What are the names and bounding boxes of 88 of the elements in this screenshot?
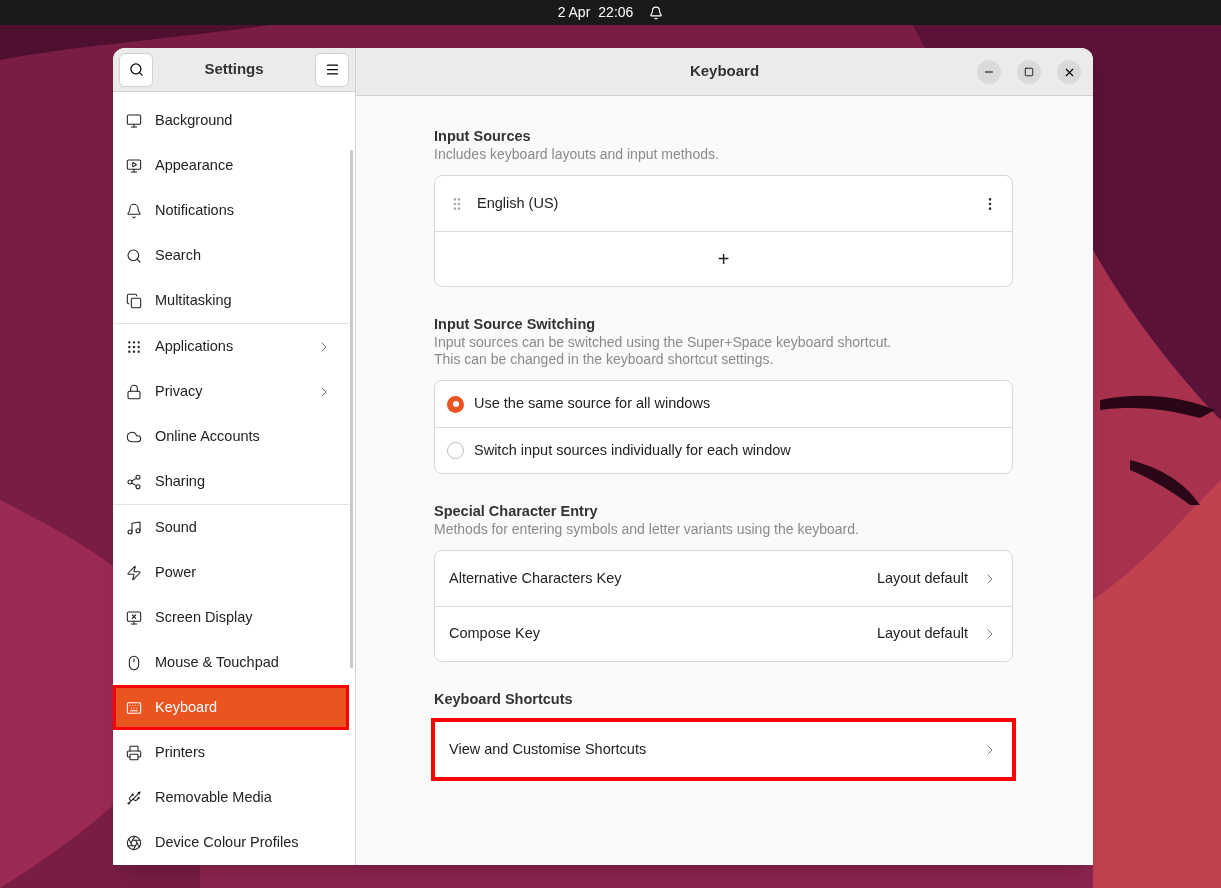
sidebar-item[interactable]: Search bbox=[113, 233, 349, 278]
sidebar-item[interactable]: Background bbox=[113, 98, 349, 143]
sidebar-item[interactable]: Appearance bbox=[113, 143, 349, 188]
mouse-icon bbox=[126, 654, 142, 671]
sidebar-item-label: Printers bbox=[155, 742, 206, 762]
sidebar-item[interactable]: Online Accounts bbox=[113, 414, 349, 459]
sidebar-item[interactable]: Notifications bbox=[113, 188, 349, 233]
search-icon bbox=[128, 62, 144, 77]
share-icon bbox=[126, 473, 142, 490]
scrollbar[interactable] bbox=[350, 150, 353, 668]
maximize-button[interactable] bbox=[1017, 60, 1041, 84]
section-description: Methods for entering symbols and letter variants using the keyboard. bbox=[434, 521, 860, 538]
sidebar-item[interactable]: Printers bbox=[113, 730, 349, 775]
sidebar-item-label: Privacy bbox=[155, 381, 204, 401]
sidebar-title: Settings bbox=[204, 59, 264, 80]
sidebar-item-label: Sharing bbox=[155, 471, 206, 491]
sidebar-item[interactable]: Screen Display bbox=[113, 595, 349, 640]
section-description: Input sources can be switched using the Super+Space keyboard shortcut. bbox=[434, 334, 893, 351]
sidebar-item[interactable]: Sound bbox=[113, 505, 349, 550]
radio-row[interactable]: Use the same source for all windows bbox=[435, 381, 1012, 427]
sidebar-item-label: Removable Media bbox=[155, 787, 273, 807]
windows-icon bbox=[126, 292, 142, 309]
bell-icon bbox=[126, 202, 142, 219]
sidebar-item-label: Mouse & Touchpad bbox=[155, 652, 280, 672]
menu-button[interactable] bbox=[315, 52, 349, 87]
clock-date[interactable]: 2 Apr bbox=[557, 2, 591, 23]
search-icon bbox=[126, 247, 142, 264]
sidebar-item-label: Applications bbox=[155, 336, 235, 356]
sidebar-item[interactable]: Removable Media bbox=[113, 775, 349, 820]
close-button[interactable] bbox=[1057, 60, 1081, 84]
list-row[interactable]: Alternative Characters Key Layout default bbox=[435, 551, 1012, 606]
display-icon bbox=[126, 157, 142, 174]
sidebar-item-label: Search bbox=[155, 245, 202, 265]
list-row[interactable]: Compose Key Layout default bbox=[435, 606, 1012, 661]
monitor-icon bbox=[126, 609, 142, 626]
sidebar-item-label: Power bbox=[155, 562, 198, 582]
sidebar-item[interactable]: Keyboard bbox=[113, 685, 349, 730]
sidebar-item-label: Notifications bbox=[155, 200, 235, 220]
radio-label: Use the same source for all windows bbox=[474, 394, 711, 414]
section-title: Special Character Entry bbox=[434, 502, 599, 521]
sidebar-item-label: Sound bbox=[155, 517, 198, 537]
music-note-icon bbox=[126, 519, 142, 536]
sidebar-item[interactable]: Mouse & Touchpad bbox=[113, 640, 349, 685]
sidebar-item[interactable]: Multitasking bbox=[113, 278, 349, 323]
keyboard-icon bbox=[126, 699, 142, 716]
usb-icon bbox=[126, 789, 142, 806]
minimize-button[interactable] bbox=[977, 60, 1001, 84]
radio-button[interactable] bbox=[447, 395, 464, 413]
monitor-icon bbox=[126, 112, 142, 129]
sidebar-item[interactable]: Sharing bbox=[113, 459, 349, 504]
row-label: View and Customise Shortcuts bbox=[449, 739, 648, 759]
sidebar-item-label: Background bbox=[155, 110, 234, 130]
sidebar-item[interactable]: Power bbox=[113, 550, 349, 595]
row-label: Compose Key bbox=[449, 624, 542, 644]
sidebar-item[interactable]: Privacy bbox=[113, 369, 349, 414]
aperture-icon bbox=[126, 834, 142, 851]
sidebar-item-label: Multitasking bbox=[155, 290, 233, 310]
row-label: Alternative Characters Key bbox=[449, 568, 623, 588]
notification-bell-icon[interactable] bbox=[649, 5, 664, 20]
add-button[interactable]: + bbox=[709, 249, 738, 269]
sidebar-item[interactable]: Applications bbox=[113, 324, 349, 369]
section-title: Input Sources bbox=[434, 127, 532, 146]
sidebar-item[interactable]: Device Colour Profiles bbox=[113, 820, 349, 865]
search-button[interactable] bbox=[119, 52, 153, 87]
sidebar-item-label: Screen Display bbox=[155, 607, 254, 627]
maximize-icon bbox=[1024, 67, 1034, 77]
sidebar-item-label: Appearance bbox=[155, 155, 235, 175]
window-title: Keyboard bbox=[689, 61, 760, 82]
lock-icon bbox=[126, 383, 142, 400]
power-icon bbox=[126, 564, 142, 581]
menu-icon bbox=[324, 62, 340, 77]
sidebar-item-label: Device Colour Profiles bbox=[155, 832, 300, 852]
row-value: Layout default bbox=[876, 624, 968, 644]
radio-label: Switch input sources individually for each window bbox=[474, 440, 791, 460]
section-description: This can be changed in the keyboard shortcut settings. bbox=[434, 351, 775, 368]
sidebar-item-label: Online Accounts bbox=[155, 426, 261, 446]
row-label: English (US) bbox=[477, 193, 560, 213]
list-row[interactable]: English (US) bbox=[435, 176, 1012, 231]
clock-time[interactable]: 22:06 bbox=[598, 2, 634, 23]
section-description: Includes keyboard layouts and input methods. bbox=[434, 146, 720, 163]
printer-icon bbox=[126, 744, 142, 761]
grid-icon bbox=[126, 338, 142, 355]
section-title: Keyboard Shortcuts bbox=[434, 690, 574, 709]
radio-row[interactable]: Switch input sources individually for each window bbox=[435, 427, 1012, 473]
sidebar-item-label: Keyboard bbox=[155, 697, 219, 717]
row-value: Layout default bbox=[876, 568, 968, 588]
section-title: Input Source Switching bbox=[434, 315, 597, 334]
radio-button[interactable] bbox=[447, 442, 464, 459]
